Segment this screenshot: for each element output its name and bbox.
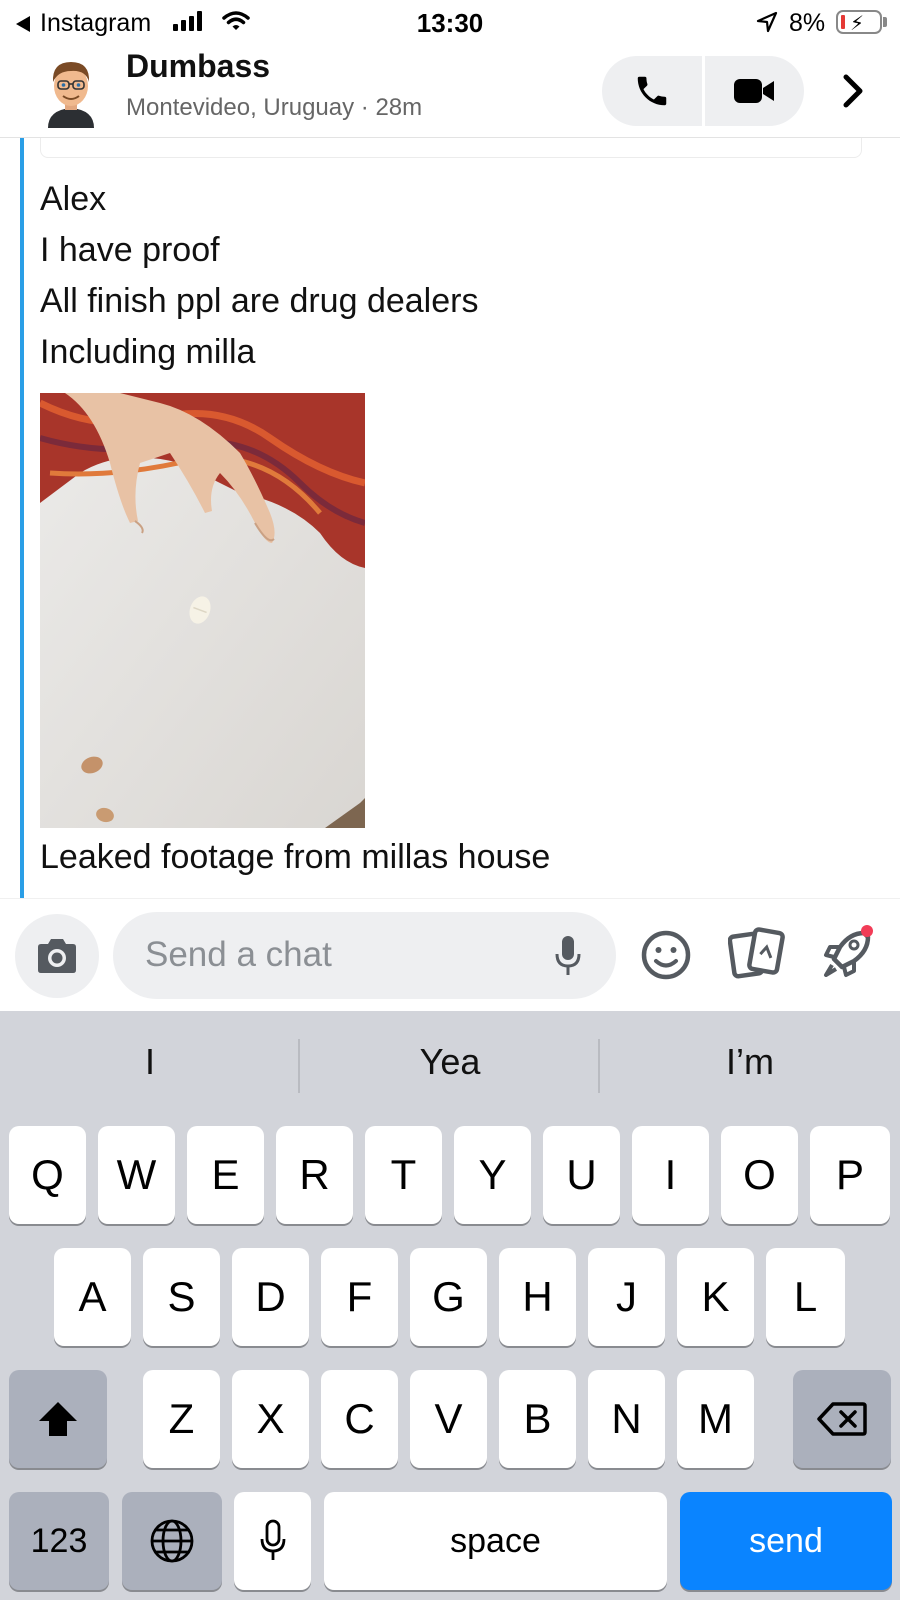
suggestion[interactable]: I’m xyxy=(600,1041,900,1091)
avatar[interactable] xyxy=(40,54,102,128)
message-text: All finish ppl are drug dealers xyxy=(40,282,479,320)
microphone-icon xyxy=(260,1519,285,1560)
chevron-right-icon[interactable] xyxy=(832,70,874,112)
key-u[interactable]: U xyxy=(543,1126,620,1224)
globe-key[interactable] xyxy=(122,1492,222,1590)
video-call-button[interactable] xyxy=(705,56,805,126)
chat-input[interactable] xyxy=(145,930,525,980)
battery-icon: ⚡ xyxy=(836,10,882,35)
key-o[interactable]: O xyxy=(721,1126,798,1224)
key-j[interactable]: J xyxy=(588,1248,665,1346)
message-text: I have proof xyxy=(40,231,220,269)
numbers-key-label: 123 xyxy=(30,1521,88,1560)
shift-arrow-icon xyxy=(39,1402,77,1436)
backspace-key[interactable] xyxy=(793,1370,891,1468)
contact-name[interactable]: Dumbass xyxy=(126,48,270,85)
backspace-icon xyxy=(817,1402,867,1436)
camera-button[interactable] xyxy=(15,914,99,998)
chat-input-container xyxy=(113,912,616,999)
voice-call-button[interactable] xyxy=(602,56,702,126)
message-photo[interactable] xyxy=(40,393,365,828)
key-v[interactable]: V xyxy=(410,1370,487,1468)
send-key[interactable]: send xyxy=(680,1492,892,1590)
battery-tip xyxy=(883,17,887,27)
key-b[interactable]: B xyxy=(499,1370,576,1468)
keyboard: I Yea I’m Q W E R T Y U I O P A S D F G … xyxy=(0,1011,900,1600)
key-q[interactable]: Q xyxy=(9,1126,86,1224)
key-k[interactable]: K xyxy=(677,1248,754,1346)
key-i[interactable]: I xyxy=(632,1126,709,1224)
send-key-label: send xyxy=(749,1521,823,1560)
key-f[interactable]: F xyxy=(321,1248,398,1346)
notification-dot xyxy=(861,925,873,937)
key-n[interactable]: N xyxy=(588,1370,665,1468)
numbers-key[interactable]: 123 xyxy=(9,1492,109,1590)
key-m[interactable]: M xyxy=(677,1370,754,1468)
key-e[interactable]: E xyxy=(187,1126,264,1224)
key-c[interactable]: C xyxy=(321,1370,398,1468)
call-buttons xyxy=(602,56,804,126)
previous-message-card xyxy=(40,138,862,158)
dictation-key[interactable] xyxy=(234,1492,311,1590)
key-x[interactable]: X xyxy=(232,1370,309,1468)
shift-key[interactable] xyxy=(9,1370,107,1468)
chat-composer xyxy=(0,898,900,1011)
video-icon xyxy=(734,79,775,103)
space-key[interactable]: space xyxy=(324,1492,667,1590)
cards-icon[interactable] xyxy=(728,927,786,981)
camera-icon xyxy=(38,939,76,973)
space-key-label: space xyxy=(450,1521,541,1560)
message-text: Including milla xyxy=(40,333,256,371)
battery-percent: 8% xyxy=(789,9,826,37)
emoji-icon[interactable] xyxy=(640,929,692,981)
key-l[interactable]: L xyxy=(766,1248,845,1346)
key-h[interactable]: H xyxy=(499,1248,576,1346)
chat-messages[interactable]: Alex I have proof All finish ppl are dru… xyxy=(0,138,900,898)
suggestion[interactable]: Yea xyxy=(300,1041,600,1091)
predictive-suggestions: I Yea I’m xyxy=(0,1011,900,1121)
message-text: Alex xyxy=(40,180,107,218)
contact-location-status: Montevideo, Uruguay · 28m xyxy=(126,94,423,121)
status-bar: Instagram 13:30 8% ⚡ xyxy=(0,0,900,46)
key-g[interactable]: G xyxy=(410,1248,487,1346)
key-a[interactable]: A xyxy=(54,1248,131,1346)
message-text: Leaked footage from millas house xyxy=(40,838,551,876)
suggestion[interactable]: I xyxy=(0,1041,300,1091)
key-p[interactable]: P xyxy=(810,1126,890,1224)
key-z[interactable]: Z xyxy=(143,1370,220,1468)
location-arrow-icon xyxy=(756,11,778,33)
key-y[interactable]: Y xyxy=(454,1126,531,1224)
key-r[interactable]: R xyxy=(276,1126,353,1224)
key-d[interactable]: D xyxy=(232,1248,309,1346)
chat-header: Dumbass Montevideo, Uruguay · 28m xyxy=(0,46,900,138)
phone-icon xyxy=(637,76,666,106)
key-t[interactable]: T xyxy=(365,1126,442,1224)
globe-icon xyxy=(150,1519,194,1563)
key-s[interactable]: S xyxy=(143,1248,220,1346)
sender-color-bar xyxy=(20,138,24,898)
charging-bolt-icon: ⚡ xyxy=(850,13,865,35)
key-w[interactable]: W xyxy=(98,1126,175,1224)
microphone-icon[interactable] xyxy=(553,934,583,978)
